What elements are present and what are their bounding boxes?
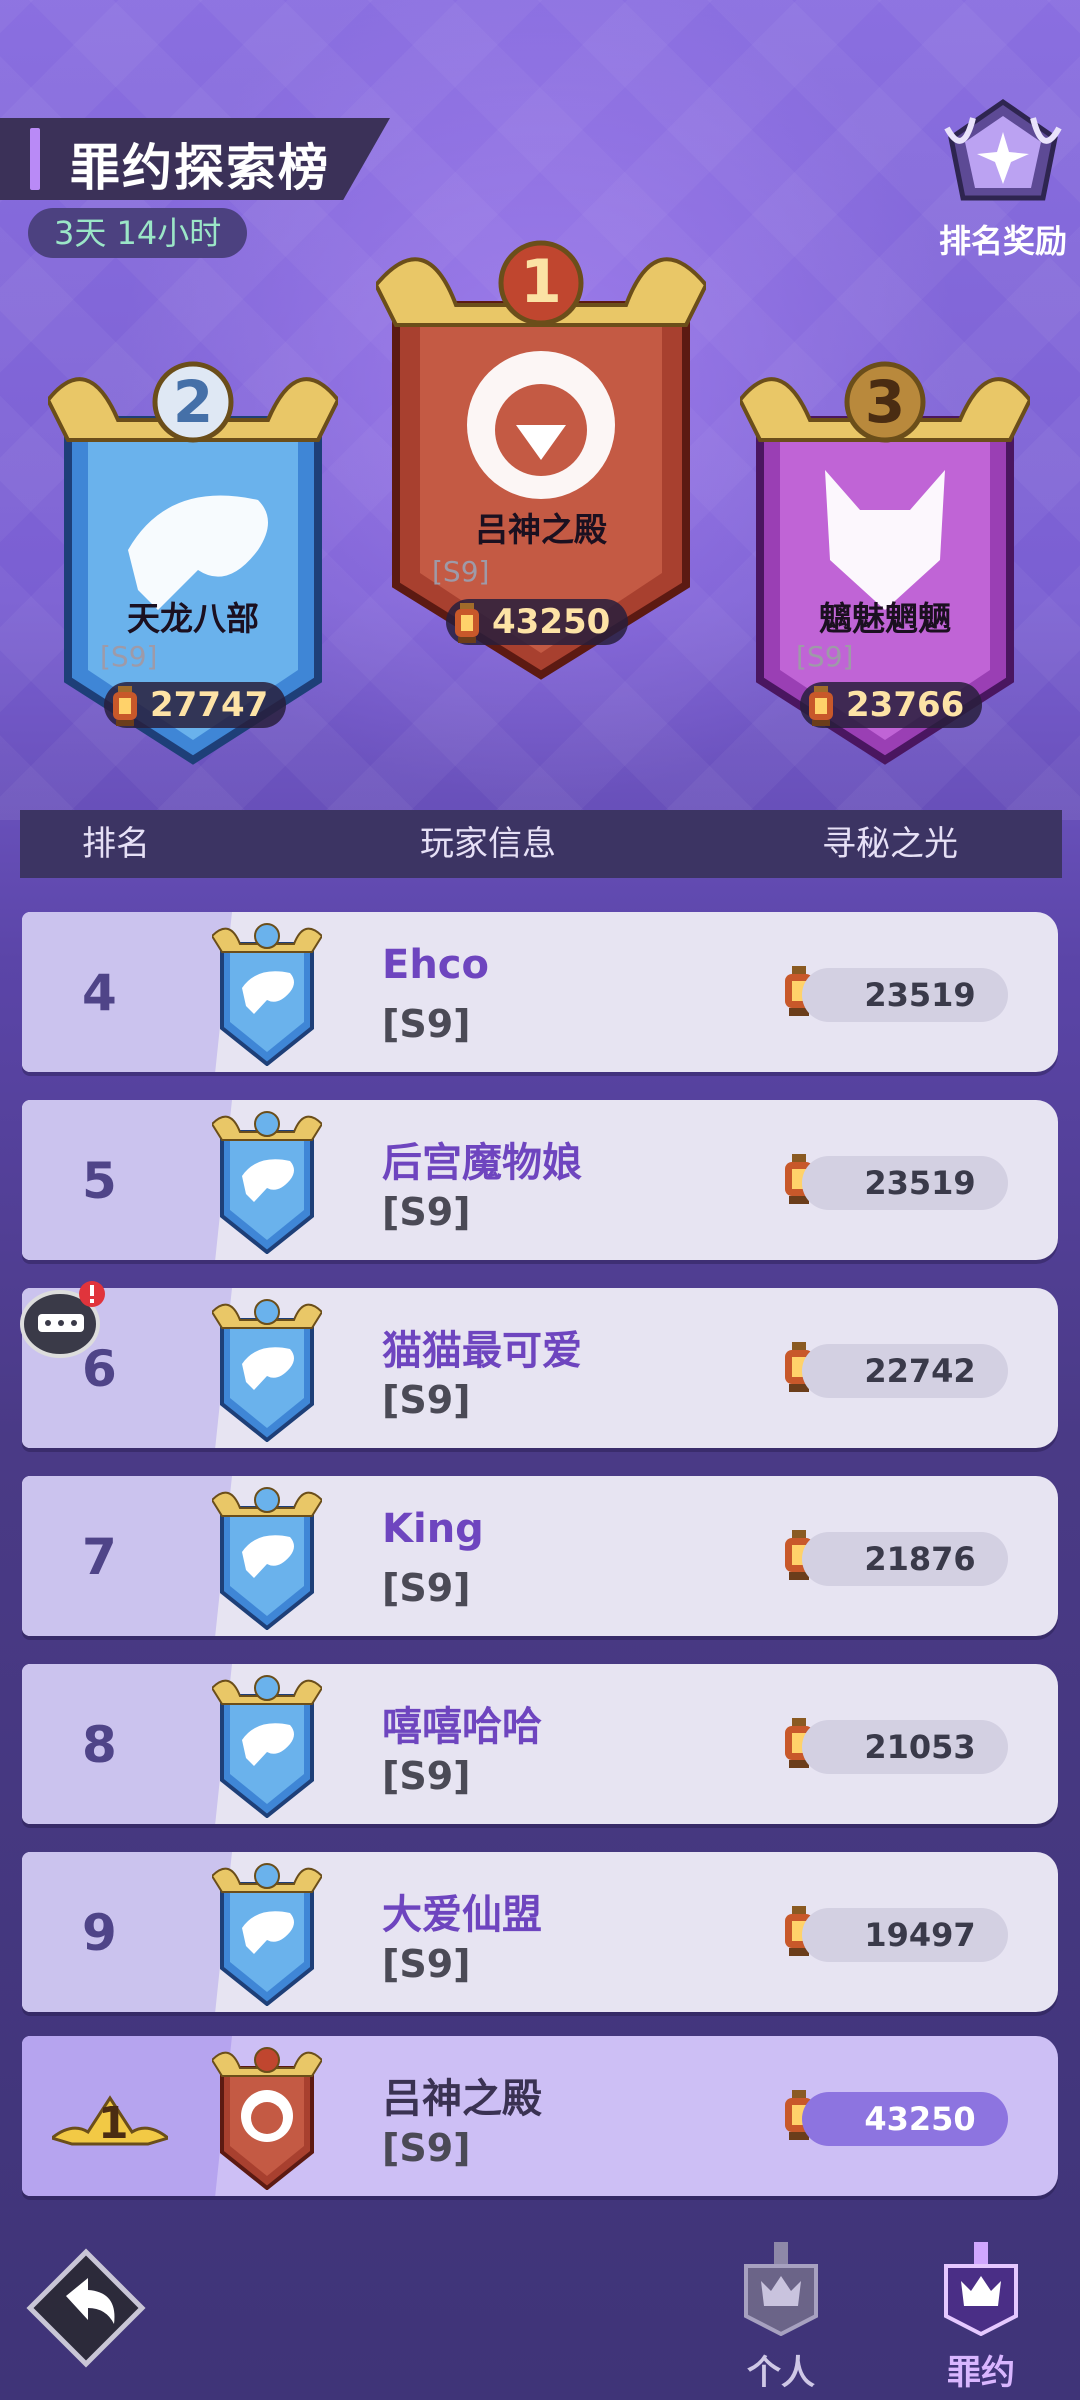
- nav-personal-label: 个人: [747, 2353, 815, 2393]
- row-player-server: [S9]: [382, 1566, 471, 1610]
- podium-third-server: [S9]: [796, 640, 854, 673]
- row-player-name: 猫猫最可爱: [382, 1328, 582, 1374]
- chat-icon: [20, 1281, 105, 1358]
- nav-personal[interactable]: 个人: [726, 2236, 836, 2394]
- row-player-server: [S9]: [382, 1378, 471, 1422]
- countdown-timer: 3天 14小时: [28, 208, 248, 258]
- podium-first-name: 吕神之殿: [475, 510, 607, 549]
- ranking-row[interactable]: 6 猫猫最可爱 [S9] 22742: [22, 1288, 1058, 1448]
- rank-reward-label: 排名奖励: [938, 222, 1067, 260]
- podium-second[interactable]: 2 天龙八部 [S9] 27747: [45, 350, 341, 770]
- row-score: 21053: [802, 1720, 1008, 1774]
- back-button[interactable]: [26, 2248, 146, 2368]
- ranking-row[interactable]: 9 大爱仙盟 [S9] 19497: [22, 1852, 1058, 2012]
- pact-tab-icon: [944, 2242, 1018, 2337]
- podium-second-server: [S9]: [100, 640, 158, 673]
- player-banner-icon: [212, 923, 322, 1066]
- row-player-server: [S9]: [382, 1190, 471, 1234]
- row-rank: 9: [82, 1904, 117, 1962]
- header-score: 寻秘之光: [822, 824, 958, 864]
- podium-first[interactable]: 1 吕神之殿 [S9] 43250: [373, 225, 709, 685]
- podium-first-score-pill: 43250: [446, 599, 629, 645]
- row-player-server: [S9]: [382, 1002, 471, 1046]
- player-banner-icon: [212, 1111, 322, 1254]
- row-score: 21876: [802, 1532, 1008, 1586]
- podium-second-score: 27747: [150, 685, 269, 725]
- ranking-row[interactable]: 8 嘻嘻哈哈 [S9] 21053: [22, 1664, 1058, 1824]
- my-player-name: 吕神之殿: [382, 2076, 542, 2122]
- title-accent: [30, 128, 40, 190]
- row-rank: 5: [82, 1152, 117, 1210]
- nav-pact[interactable]: 罪约: [926, 2236, 1036, 2394]
- podium-first-score: 43250: [492, 602, 611, 642]
- row-player-name: King: [382, 1506, 484, 1552]
- header-rank: 排名: [82, 824, 150, 864]
- lantern-icon: [809, 686, 833, 726]
- my-ranking-row[interactable]: 1 吕神之殿 [S9] 43250: [22, 2036, 1058, 2196]
- player-banner-icon: [212, 1863, 322, 2006]
- row-player-server: [S9]: [382, 1942, 471, 1986]
- player-banner-icon: [212, 1299, 322, 1442]
- back-arrow-icon: [26, 2248, 146, 2368]
- my-rank: 1: [98, 2098, 129, 2149]
- row-rank: 7: [82, 1528, 117, 1586]
- podium-third-score-pill: 23766: [800, 682, 983, 728]
- row-score: 22742: [802, 1344, 1008, 1398]
- podium-second-name: 天龙八部: [127, 599, 259, 638]
- podium-third[interactable]: 3 魑魅魍魉 [S9] 23766: [737, 350, 1033, 770]
- row-score: 23519: [802, 1156, 1008, 1210]
- chat-button[interactable]: [18, 1280, 108, 1360]
- podium-third-name: 魑魅魍魉: [819, 599, 951, 638]
- row-player-name: 大爱仙盟: [382, 1892, 542, 1938]
- personal-tab-icon: [744, 2242, 818, 2337]
- row-score: 23519: [802, 968, 1008, 1022]
- ranking-row[interactable]: 4 Ehco [S9] 23519: [22, 912, 1058, 1072]
- podium-first-server: [S9]: [432, 555, 490, 588]
- podium-first-rank: 1: [520, 247, 562, 317]
- podium-second-rank: 2: [172, 368, 214, 436]
- podium-third-rank: 3: [864, 368, 906, 436]
- podium-second-score-pill: 27747: [104, 682, 287, 728]
- podium-third-score: 23766: [846, 685, 965, 725]
- row-player-name: Ehco: [382, 942, 489, 988]
- ranking-row[interactable]: 5 后宫魔物娘 [S9] 23519: [22, 1100, 1058, 1260]
- my-player-server: [S9]: [382, 2126, 471, 2170]
- row-player-server: [S9]: [382, 1754, 471, 1798]
- rank-reward-button[interactable]: 排名奖励: [928, 98, 1078, 260]
- lantern-icon: [113, 686, 137, 726]
- row-rank: 4: [82, 964, 117, 1022]
- lantern-icon: [455, 603, 479, 643]
- reward-emblem-icon: [944, 98, 1062, 201]
- ranking-table-header: 排名 玩家信息 寻秘之光: [20, 810, 1062, 878]
- my-banner-icon: [212, 2047, 322, 2190]
- page-title: 罪约探索榜: [70, 139, 330, 197]
- player-banner-icon: [212, 1675, 322, 1818]
- row-player-name: 后宫魔物娘: [382, 1140, 582, 1186]
- row-score: 19497: [802, 1908, 1008, 1962]
- row-player-name: 嘻嘻哈哈: [382, 1704, 542, 1750]
- my-score: 43250: [802, 2092, 1008, 2146]
- player-banner-icon: [212, 1487, 322, 1630]
- ranking-row[interactable]: 7 King [S9] 21876: [22, 1476, 1058, 1636]
- header-player-info: 玩家信息: [420, 824, 556, 864]
- row-rank: 8: [82, 1716, 117, 1774]
- nav-pact-label: 罪约: [947, 2353, 1015, 2393]
